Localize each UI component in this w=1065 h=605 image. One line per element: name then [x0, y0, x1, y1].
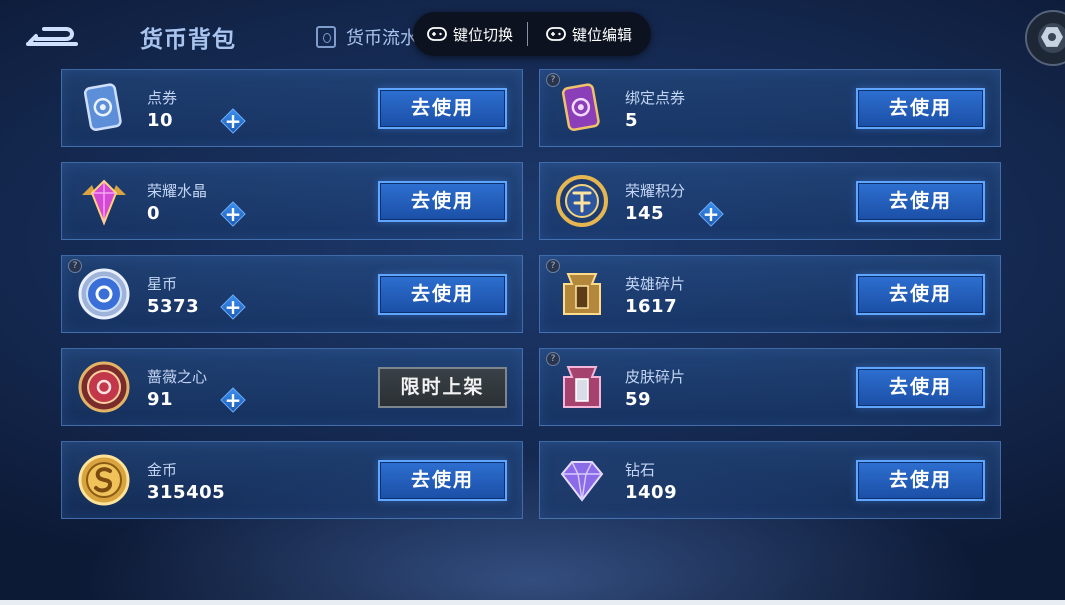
use-button[interactable]: 去使用: [378, 181, 507, 222]
tab-currency-flow-label: 货币流水: [346, 28, 418, 49]
gold-coin-icon: [78, 454, 130, 506]
settings-gear-icon[interactable]: [1025, 10, 1065, 66]
currency-value: 5: [625, 110, 639, 131]
plus-icon: +: [224, 388, 242, 412]
use-button[interactable]: 去使用: [378, 460, 507, 501]
currency-card-star-coin: ? 星币 5373 + 去使用: [61, 255, 523, 333]
skin-fragment-icon: [563, 366, 601, 408]
key-edit-label: 键位编辑: [572, 25, 633, 44]
use-button[interactable]: 去使用: [856, 367, 985, 408]
flow-icon: [316, 26, 336, 48]
add-button[interactable]: +: [220, 201, 246, 227]
use-button[interactable]: 去使用: [378, 88, 507, 129]
currency-card-skin-fragment: ? 皮肤碎片 59 去使用: [539, 348, 1001, 426]
use-button[interactable]: 去使用: [856, 274, 985, 315]
plus-icon: +: [224, 109, 242, 133]
currency-name: 绑定点券: [625, 89, 686, 107]
currency-name: 点券: [147, 89, 178, 107]
key-edit-button[interactable]: 键位编辑: [528, 12, 632, 56]
currency-value: 0: [147, 203, 161, 224]
page-title: 货币背包: [140, 27, 236, 53]
key-switch-label: 键位切换: [453, 25, 514, 44]
tab-currency-flow[interactable]: 货币流水: [316, 24, 418, 50]
rose-heart-icon: [78, 361, 130, 413]
currency-value: 145: [625, 203, 665, 224]
star-coin-icon: [78, 268, 130, 320]
currency-card-bound-coupon: ? 绑定点券 5 去使用: [539, 69, 1001, 147]
glory-points-icon: [556, 175, 608, 227]
coupon-icon: [83, 83, 122, 131]
currency-name: 英雄碎片: [625, 275, 686, 293]
diamond-icon: [560, 461, 604, 502]
use-button[interactable]: 去使用: [378, 274, 507, 315]
currency-value: 1617: [625, 296, 678, 317]
key-control-pill: 键位切换 键位编辑: [413, 12, 651, 56]
currency-value: 315405: [147, 482, 226, 503]
add-button[interactable]: +: [220, 387, 246, 413]
hero-fragment-icon: [563, 273, 601, 315]
use-button[interactable]: 去使用: [856, 181, 985, 222]
key-switch-button[interactable]: 键位切换: [413, 12, 513, 56]
gamepad-icon: [427, 27, 447, 41]
currency-card-gold-coin: 金币 315405 去使用: [61, 441, 523, 519]
currency-card-glory-points: 荣耀积分 145 + 去使用: [539, 162, 1001, 240]
use-button[interactable]: 去使用: [856, 88, 985, 129]
plus-icon: +: [224, 295, 242, 319]
add-button[interactable]: +: [220, 294, 246, 320]
bound-coupon-icon: [561, 83, 600, 131]
limited-time-button[interactable]: 限时上架: [378, 367, 507, 408]
crystal-icon: [82, 179, 126, 226]
currency-name: 钻石: [625, 461, 656, 479]
top-bar: 货币背包 货币流水 键位切换 键位编辑: [0, 0, 1065, 66]
currency-card-diamond: 钻石 1409 去使用: [539, 441, 1001, 519]
currency-value: 5373: [147, 296, 200, 317]
gamepad-icon: [546, 27, 566, 41]
currency-card-rose-heart: 蔷薇之心 91 + 限时上架: [61, 348, 523, 426]
currency-value: 59: [625, 389, 652, 410]
use-button[interactable]: 去使用: [856, 460, 985, 501]
add-button[interactable]: +: [698, 201, 724, 227]
currency-value: 91: [147, 389, 174, 410]
currency-name: 皮肤碎片: [625, 368, 686, 386]
bottom-strip: [0, 600, 1065, 605]
currency-name: 蔷薇之心: [147, 368, 208, 386]
currency-card-glory-crystal: 荣耀水晶 0 + 去使用: [61, 162, 523, 240]
back-arrow-icon[interactable]: [26, 22, 82, 50]
currency-name: 荣耀积分: [625, 182, 686, 200]
plus-icon: +: [224, 202, 242, 226]
currency-card-coupon: 点券 10 + 去使用: [61, 69, 523, 147]
currency-value: 1409: [625, 482, 678, 503]
currency-name: 星币: [147, 275, 178, 293]
currency-card-hero-fragment: ? 英雄碎片 1617 去使用: [539, 255, 1001, 333]
plus-icon: +: [702, 202, 720, 226]
currency-name: 荣耀水晶: [147, 182, 208, 200]
currency-name: 金币: [147, 461, 178, 479]
add-button[interactable]: +: [220, 108, 246, 134]
currency-value: 10: [147, 110, 174, 131]
